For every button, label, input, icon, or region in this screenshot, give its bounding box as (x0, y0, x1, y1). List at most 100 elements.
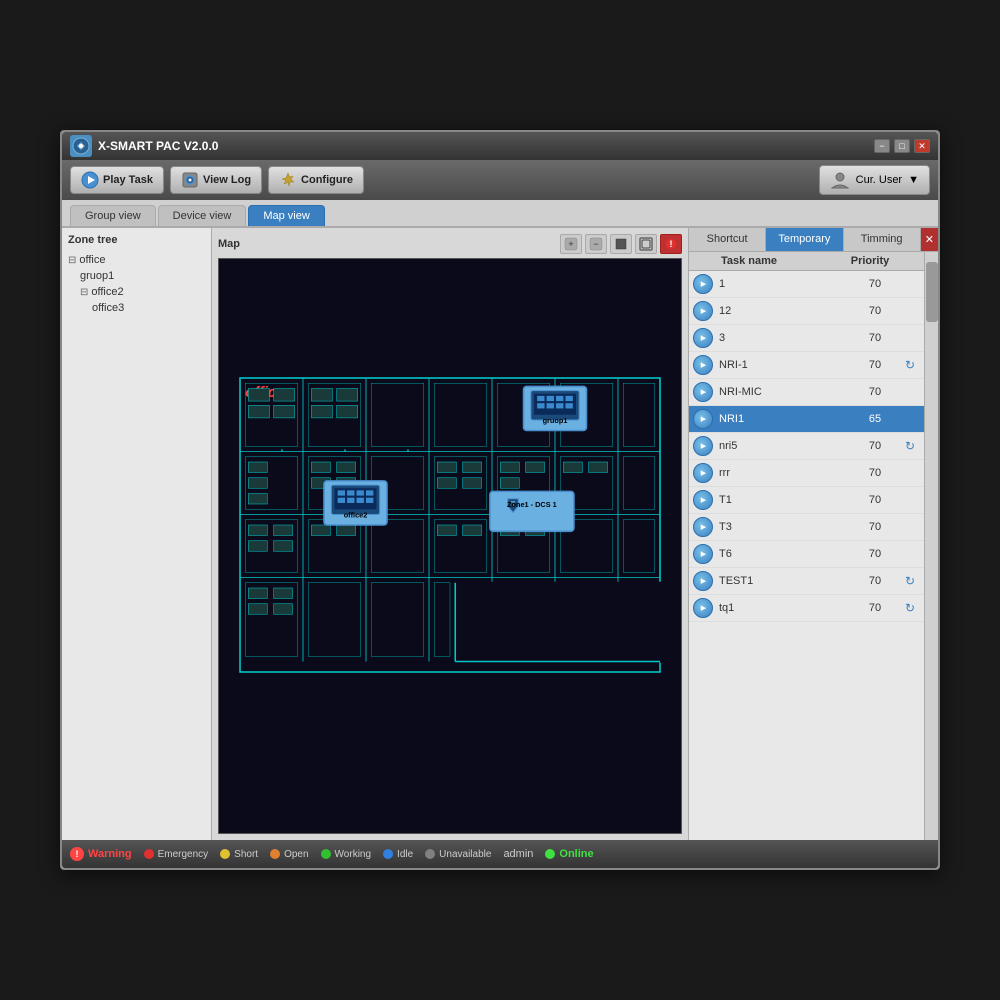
task-priority-3: 70 (850, 332, 900, 344)
table-row[interactable]: TEST1 70 ↻ (689, 568, 924, 595)
right-tabs: Shortcut Temporary Timming ✕ (689, 228, 938, 252)
working-dot (321, 849, 331, 859)
emergency-status: Emergency (144, 849, 209, 860)
configure-label: Configure (301, 174, 353, 186)
header-priority: Priority (840, 255, 900, 267)
zoom-out-button[interactable]: − (585, 234, 607, 254)
tab-device-view[interactable]: Device view (158, 205, 247, 226)
table-row[interactable]: nri5 70 ↻ (689, 433, 924, 460)
header-icon (900, 255, 920, 267)
task-name-tq1: tq1 (719, 602, 850, 614)
table-row[interactable]: T6 70 (689, 541, 924, 568)
task-name-2: 12 (719, 305, 850, 317)
warning-icon: ! (70, 847, 84, 861)
play-row-nri5-button[interactable] (693, 436, 713, 456)
play-row-nri1sel-button[interactable] (693, 409, 713, 429)
table-row[interactable]: rrr 70 (689, 460, 924, 487)
scrollbar-thumb[interactable] (926, 262, 938, 322)
open-label: Open (284, 849, 308, 860)
online-label: Online (559, 848, 593, 860)
table-row[interactable]: 3 70 (689, 325, 924, 352)
task-priority-2: 70 (850, 305, 900, 317)
task-priority-test1: 70 (850, 575, 900, 587)
tree-item-office3[interactable]: office3 (92, 300, 205, 316)
play-row-nri1-button[interactable] (693, 355, 713, 375)
task-table: Task name Priority 1 70 12 (689, 252, 924, 840)
tab-map-view[interactable]: Map view (248, 205, 324, 226)
task-priority-t1: 70 (850, 494, 900, 506)
close-button[interactable]: ✕ (914, 139, 930, 153)
table-row[interactable]: 1 70 (689, 271, 924, 298)
tree-item-gruop1[interactable]: gruop1 (80, 268, 205, 284)
play-row-test1-button[interactable] (693, 571, 713, 591)
idle-status: Idle (383, 849, 413, 860)
tab-temporary[interactable]: Temporary (766, 228, 843, 251)
table-row[interactable]: 12 70 (689, 298, 924, 325)
view-log-button[interactable]: View Log (170, 166, 262, 194)
table-row[interactable]: T3 70 (689, 514, 924, 541)
right-panel: Shortcut Temporary Timming ✕ Task name P… (688, 228, 938, 840)
svg-text:gruop1: gruop1 (543, 416, 568, 425)
table-row[interactable]: NRI-1 70 ↻ (689, 352, 924, 379)
task-name-nrimic: NRI-MIC (719, 386, 850, 398)
task-priority-rrr: 70 (850, 467, 900, 479)
tab-timming[interactable]: Timming (844, 228, 921, 251)
pan-button[interactable] (610, 234, 632, 254)
task-icon-tq1: ↻ (900, 601, 920, 615)
table-row[interactable]: tq1 70 ↻ (689, 595, 924, 622)
tab-group-view[interactable]: Group view (70, 205, 156, 226)
table-row[interactable]: NRI-MIC 70 (689, 379, 924, 406)
play-row-2-button[interactable] (693, 301, 713, 321)
idle-label: Idle (397, 849, 413, 860)
toolbar: Play Task View Log Confi (62, 160, 938, 200)
right-panel-close-button[interactable]: ✕ (921, 228, 938, 251)
warning-status: ! Warning (70, 847, 132, 861)
tab-shortcut[interactable]: Shortcut (689, 228, 766, 251)
open-dot (270, 849, 280, 859)
app-logo (70, 135, 92, 157)
right-panel-scrollbar[interactable] (924, 252, 938, 840)
left-panel: Zone tree ⊟ office gruop1 ⊟ office2 offi… (62, 228, 212, 840)
play-row-nrimic-button[interactable] (693, 382, 713, 402)
task-table-header: Task name Priority (689, 252, 924, 271)
title-bar: X-SMART PAC V2.0.0 − □ ✕ (62, 132, 938, 160)
view-log-label: View Log (203, 174, 251, 186)
idle-dot (383, 849, 393, 859)
zoom-in-button[interactable]: + (560, 234, 582, 254)
fit-button[interactable] (635, 234, 657, 254)
table-row[interactable]: T1 70 (689, 487, 924, 514)
short-label: Short (234, 849, 258, 860)
play-row-1-button[interactable] (693, 274, 713, 294)
tree-item-office2[interactable]: ⊟ office2 (80, 284, 205, 300)
user-icon (830, 170, 850, 190)
warning-label: Warning (88, 848, 132, 860)
admin-label: admin (503, 848, 533, 860)
play-row-tq1-button[interactable] (693, 598, 713, 618)
svg-text:Zone1 - DCS 1: Zone1 - DCS 1 (507, 500, 557, 509)
task-name-3: 3 (719, 332, 850, 344)
app-title: X-SMART PAC V2.0.0 (98, 139, 218, 153)
play-row-t3-button[interactable] (693, 517, 713, 537)
play-row-t1-button[interactable] (693, 490, 713, 510)
zone-tree-title: Zone tree (68, 234, 205, 246)
play-row-t6-button[interactable] (693, 544, 713, 564)
window-controls: − □ ✕ (874, 139, 930, 153)
play-row-3-button[interactable] (693, 328, 713, 348)
user-button[interactable]: Cur. User ▼ (819, 165, 930, 195)
task-priority-nrimic: 70 (850, 386, 900, 398)
map-view[interactable]: office (218, 258, 682, 834)
minimize-button[interactable]: − (874, 139, 890, 153)
play-task-button[interactable]: Play Task (70, 166, 164, 194)
configure-button[interactable]: Configure (268, 166, 364, 194)
short-dot (220, 849, 230, 859)
map-panel: Map + − (212, 228, 688, 840)
tree-item-office[interactable]: ⊟ office (68, 252, 205, 268)
task-name-rrr: rrr (719, 467, 850, 479)
tree-label-office2: office2 (91, 286, 123, 298)
table-row-selected[interactable]: NRI1 65 (689, 406, 924, 433)
online-status: Online (545, 848, 593, 860)
task-name-test1: TEST1 (719, 575, 850, 587)
play-row-rrr-button[interactable] (693, 463, 713, 483)
play-task-icon (81, 171, 99, 189)
maximize-button[interactable]: □ (894, 139, 910, 153)
